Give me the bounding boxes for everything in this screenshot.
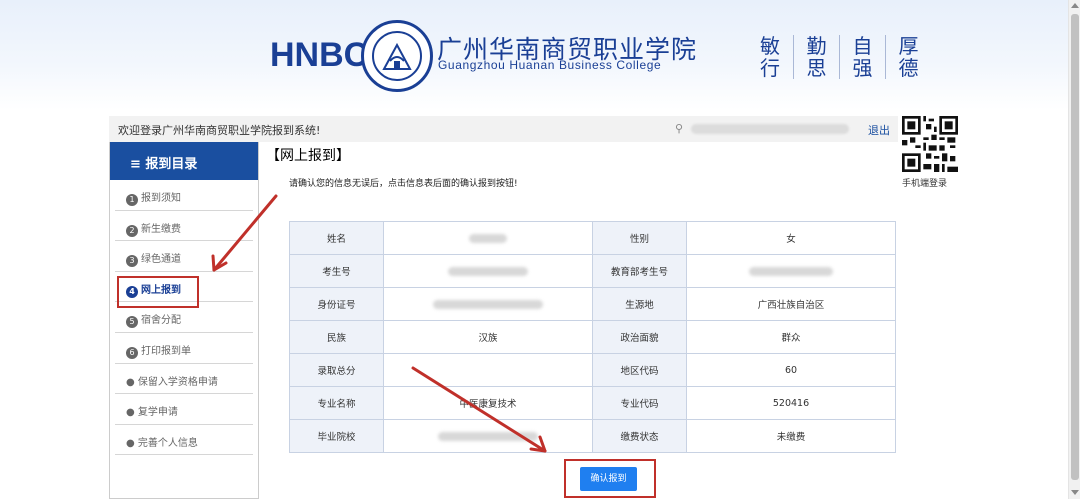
registration-sidebar: ≡ 报到目录 1 报到须知 2 新生缴费 3 绿色通道 4 网上报到 5 宿舍分配 6 打印… xyxy=(109,142,259,499)
user-icon: ⚲ xyxy=(675,122,684,135)
qr-login-label: 手机端登录 xyxy=(902,179,948,189)
qr-code-icon xyxy=(902,116,958,172)
table-row: 民族 汉族 政治面貌 群众 xyxy=(289,320,896,354)
annotation-box-sidebar xyxy=(117,276,199,308)
page-title: 【网上报到】 xyxy=(266,148,350,164)
table-row: 录取总分 地区代码 60 xyxy=(289,353,896,387)
sidebar-item-green-channel[interactable]: 3 绿色通道 xyxy=(115,241,253,272)
sidebar-title: ≡ 报到目录 xyxy=(110,142,258,180)
scroll-thumb[interactable] xyxy=(1071,14,1079,480)
sidebar-item-payment[interactable]: 2 新生缴费 xyxy=(115,211,253,242)
instruction-text: 请确认您的信息无误后，点击信息表后面的确认报到按钮! xyxy=(289,179,518,189)
student-info-table: 姓名 性别 女 考生号 教育部考生号 身份证号 生源地 广西壮族自治区 民族 汉… xyxy=(289,221,896,453)
sidebar-item-complete-info[interactable]: ● 完善个人信息 xyxy=(115,425,253,456)
username-redacted xyxy=(691,124,849,134)
page-scrollbar[interactable] xyxy=(1068,0,1080,499)
logout-link[interactable]: 退出 xyxy=(868,122,890,138)
sidebar-item-notice[interactable]: 1 报到须知 xyxy=(115,180,253,211)
scroll-down-arrow-icon[interactable] xyxy=(1071,490,1079,495)
redacted-value xyxy=(438,431,538,441)
table-row: 毕业院校 缴费状态 未缴费 xyxy=(289,419,896,453)
college-seal-logo xyxy=(361,20,433,92)
site-header: HNBC 广州华南商贸职业学院 Guangzhou Huanan Busines… xyxy=(0,0,1068,110)
redacted-value xyxy=(433,299,543,309)
sidebar-item-resume-study[interactable]: ● 复学申请 xyxy=(115,394,253,425)
sidebar-item-reserve-enrollment[interactable]: ● 保留入学资格申请 xyxy=(115,364,253,395)
college-name-en: Guangzhou Huanan Business College xyxy=(438,58,662,72)
redacted-value xyxy=(448,266,528,276)
table-row: 姓名 性别 女 xyxy=(289,221,896,255)
college-motto: 敏行 勤思 自强 厚德 xyxy=(747,35,931,79)
scroll-up-arrow-icon[interactable] xyxy=(1071,3,1079,8)
redacted-value xyxy=(469,233,507,243)
top-bar: 欢迎登录广州华南商贸职业学院报到系统! ⚲ 退出 xyxy=(109,116,898,142)
table-row: 专业名称 中医康复技术 专业代码 520416 xyxy=(289,386,896,420)
sidebar-item-print-form[interactable]: 6 打印报到单 xyxy=(115,333,253,364)
college-logo-abbr: HNBC xyxy=(270,36,369,74)
annotation-box-confirm xyxy=(564,459,656,498)
welcome-text: 欢迎登录广州华南商贸职业学院报到系统! xyxy=(118,124,321,137)
table-row: 考生号 教育部考生号 xyxy=(289,254,896,288)
table-row: 身份证号 生源地 广西壮族自治区 xyxy=(289,287,896,321)
redacted-value xyxy=(749,266,833,276)
